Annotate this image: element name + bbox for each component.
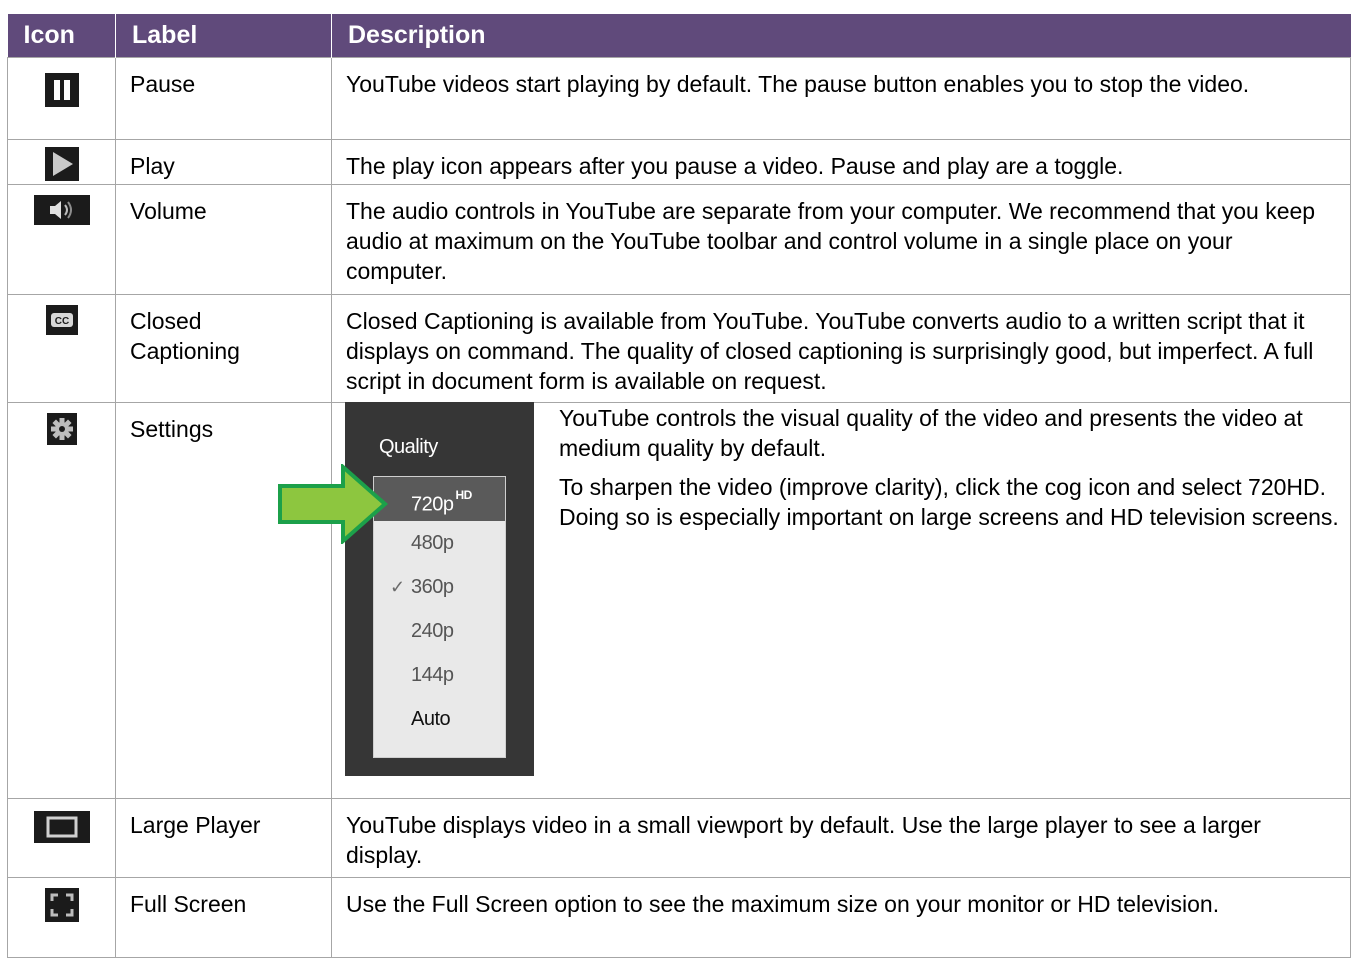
table-row: Play The play icon appears after you pau…	[7, 138, 1351, 185]
quality-option-240p[interactable]: 240p	[374, 609, 505, 653]
header-label: Label	[115, 14, 332, 57]
settings-paragraph: To sharpen the video (improve clarity), …	[559, 473, 1339, 530]
settings-description: YouTube controls the visual quality of t…	[559, 403, 1349, 541]
fullscreen-icon	[44, 887, 79, 922]
table-row: Full Screen Use the Full Screen option t…	[7, 876, 1351, 958]
closed-caption-icon: CC	[45, 304, 78, 335]
row-description: YouTube videos start playing by default.…	[331, 56, 1351, 140]
play-icon	[44, 146, 79, 181]
table-row: CC Closed Captioning Closed Captioning i…	[7, 293, 1351, 403]
quality-option-480p[interactable]: 480p	[374, 521, 505, 565]
row-description: YouTube displays video in a small viewpo…	[331, 797, 1351, 878]
header-row: Icon Label Description	[7, 14, 1351, 57]
header-description: Description	[331, 14, 1351, 57]
controls-table: Icon Label Description Pause YouTube vid…	[7, 14, 1351, 958]
volume-icon	[33, 194, 90, 225]
quality-option-720p[interactable]: 720p HD	[374, 476, 505, 521]
row-label: Large Player	[115, 797, 332, 878]
table-row: Settings Quality 720p HD 480p ✓ 360p 240p …	[7, 401, 1351, 799]
large-player-icon	[33, 810, 90, 843]
quality-menu: Quality 720p HD 480p ✓ 360p 240p 144p Auto	[278, 401, 534, 776]
header-icon: Icon	[7, 14, 116, 57]
row-label: Pause	[115, 56, 332, 140]
quality-option-auto[interactable]: Auto	[374, 697, 505, 741]
gear-icon	[46, 412, 77, 445]
pause-icon	[44, 72, 79, 107]
settings-content: Quality 720p HD 480p ✓ 360p 240p 144p Auto	[278, 401, 1339, 787]
table-row: Pause YouTube videos start playing by de…	[7, 56, 1351, 140]
row-label: Full Screen	[115, 876, 332, 958]
quality-options: 720p HD 480p ✓ 360p 240p 144p Auto	[373, 475, 506, 758]
quality-option-360p[interactable]: ✓ 360p	[374, 565, 505, 609]
row-label: Settings	[115, 401, 332, 799]
row-label: Volume	[115, 183, 332, 295]
row-description: Use the Full Screen option to see the ma…	[331, 876, 1351, 958]
row-label: Closed Captioning	[115, 293, 332, 403]
check-icon: ✓	[390, 576, 405, 597]
arrow-icon	[278, 463, 389, 544]
row-label: Play	[115, 138, 332, 185]
settings-paragraph: YouTube controls the visual quality of t…	[559, 404, 1303, 461]
row-description: Closed Captioning is available from YouT…	[331, 293, 1351, 403]
row-description: The audio controls in YouTube are separa…	[331, 183, 1351, 295]
table-row: Volume The audio controls in YouTube are…	[7, 183, 1351, 295]
table-row: Large Player YouTube displays video in a…	[7, 797, 1351, 878]
row-description: The play icon appears after you pause a …	[331, 138, 1351, 185]
svg-text:CC: CC	[54, 316, 68, 327]
quality-option-144p[interactable]: 144p	[374, 653, 505, 697]
quality-menu-title: Quality	[379, 435, 438, 458]
